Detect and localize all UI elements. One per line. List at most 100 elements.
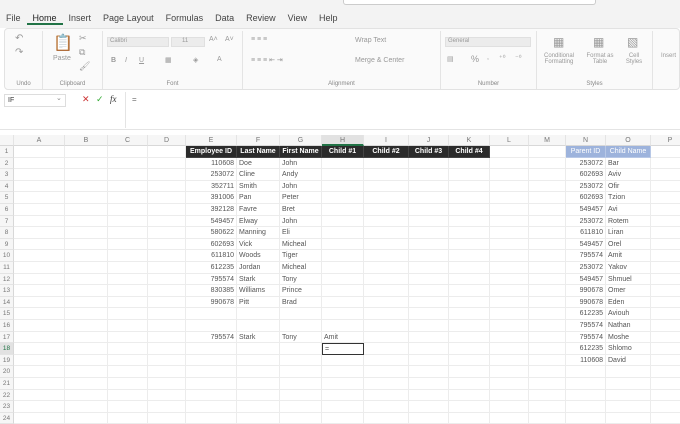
merge-center-button[interactable]: Merge & Center	[355, 57, 404, 64]
table-cell[interactable]: Vick	[237, 238, 280, 251]
cell[interactable]	[449, 389, 490, 402]
cell[interactable]	[14, 215, 65, 228]
cell[interactable]	[651, 401, 680, 413]
cell[interactable]	[449, 401, 490, 413]
table-cell[interactable]: 611810	[186, 250, 237, 262]
cell[interactable]	[186, 389, 237, 402]
cell[interactable]	[108, 412, 148, 424]
header-cell[interactable]: Employee ID	[186, 146, 237, 158]
row-header[interactable]: 3	[0, 169, 14, 181]
menu-home[interactable]: Home	[26, 13, 63, 25]
table-cell[interactable]: Ofir	[606, 180, 651, 193]
cell[interactable]	[566, 412, 606, 424]
cell[interactable]	[529, 273, 566, 286]
column-header-L[interactable]: L	[490, 135, 529, 146]
cell[interactable]	[449, 250, 490, 262]
table-cell[interactable]: Shlomo	[606, 343, 651, 355]
cell[interactable]	[65, 320, 108, 332]
cell[interactable]	[14, 227, 65, 239]
cell[interactable]	[449, 308, 490, 320]
table-cell[interactable]: 795574	[186, 273, 237, 286]
table-cell[interactable]: 795574	[566, 250, 606, 262]
table-cell[interactable]: Tony	[280, 331, 322, 344]
column-header-B[interactable]: B	[65, 135, 108, 146]
cell[interactable]	[490, 389, 529, 402]
table-cell[interactable]: 392128	[186, 204, 237, 216]
row-header[interactable]: 24	[0, 412, 14, 424]
cell[interactable]	[108, 401, 148, 413]
cell[interactable]	[651, 192, 680, 204]
cell[interactable]	[14, 308, 65, 320]
cell[interactable]	[14, 331, 65, 344]
cell[interactable]	[148, 273, 186, 286]
table-cell[interactable]: Smith	[237, 180, 280, 193]
cell[interactable]	[65, 401, 108, 413]
cell[interactable]	[449, 378, 490, 390]
fill-color-icon[interactable]: ◈	[193, 56, 198, 64]
cell[interactable]	[409, 401, 449, 413]
font-name-select[interactable]: Calibri	[107, 37, 169, 47]
row-header[interactable]: 5	[0, 192, 14, 204]
table-cell[interactable]: 253072	[566, 215, 606, 228]
align-top-icon[interactable]: ≡ ≡ ≡	[251, 36, 267, 43]
cell[interactable]	[529, 180, 566, 193]
cell[interactable]	[186, 343, 237, 355]
table-cell[interactable]: 253072	[566, 262, 606, 274]
cell[interactable]	[364, 157, 409, 170]
table-cell[interactable]: Micheal	[280, 238, 322, 251]
decrease-decimal-icon[interactable]: ⁻⁰	[515, 54, 522, 62]
cell[interactable]	[529, 354, 566, 367]
cell[interactable]	[108, 192, 148, 204]
table-cell[interactable]: Shmuel	[606, 273, 651, 286]
cell[interactable]	[449, 412, 490, 424]
cell[interactable]	[14, 250, 65, 262]
cell[interactable]	[651, 239, 680, 251]
cell[interactable]	[322, 157, 364, 170]
header-cell[interactable]: Child #1	[322, 146, 364, 158]
cell[interactable]	[449, 180, 490, 193]
table-cell[interactable]: Doe	[237, 157, 280, 170]
cell[interactable]	[14, 238, 65, 251]
cell[interactable]	[449, 169, 490, 181]
table-cell[interactable]: Aviv	[606, 169, 651, 181]
cell[interactable]	[364, 215, 409, 228]
cell[interactable]	[490, 354, 529, 367]
cell[interactable]	[364, 354, 409, 367]
cell[interactable]	[651, 297, 680, 309]
row-header[interactable]: 12	[0, 273, 14, 286]
cell[interactable]	[237, 389, 280, 402]
cell[interactable]	[65, 215, 108, 228]
cell[interactable]	[529, 204, 566, 216]
cell[interactable]	[322, 192, 364, 204]
table-cell[interactable]: 990678	[566, 296, 606, 309]
cell[interactable]	[449, 366, 490, 378]
header-cell[interactable]: Last Name	[237, 146, 280, 158]
cell[interactable]	[651, 308, 680, 320]
table-cell[interactable]: Yakov	[606, 262, 651, 274]
cell[interactable]	[651, 285, 680, 297]
row-header[interactable]: 4	[0, 180, 14, 193]
cell[interactable]	[409, 215, 449, 228]
cell[interactable]	[651, 320, 680, 332]
cell[interactable]	[65, 296, 108, 309]
menu-formulas[interactable]: Formulas	[160, 13, 210, 25]
cell[interactable]	[65, 169, 108, 181]
cell[interactable]	[651, 169, 680, 181]
table-cell[interactable]: Aviouh	[606, 308, 651, 320]
table-cell[interactable]: Nathan	[606, 320, 651, 332]
cell[interactable]	[148, 262, 186, 274]
table-cell[interactable]: Elway	[237, 215, 280, 228]
cell[interactable]	[237, 320, 280, 332]
cell[interactable]	[148, 227, 186, 239]
row-header[interactable]: 18	[0, 343, 14, 355]
cell[interactable]	[364, 262, 409, 274]
cell[interactable]	[108, 331, 148, 344]
cell[interactable]	[651, 343, 680, 355]
table-cell[interactable]: Liran	[606, 227, 651, 239]
wrap-text-button[interactable]: Wrap Text	[355, 37, 386, 44]
cell[interactable]	[14, 146, 65, 158]
cell[interactable]	[529, 215, 566, 228]
cell[interactable]	[148, 320, 186, 332]
table-cell[interactable]: Amit	[606, 250, 651, 262]
cell[interactable]	[449, 273, 490, 286]
